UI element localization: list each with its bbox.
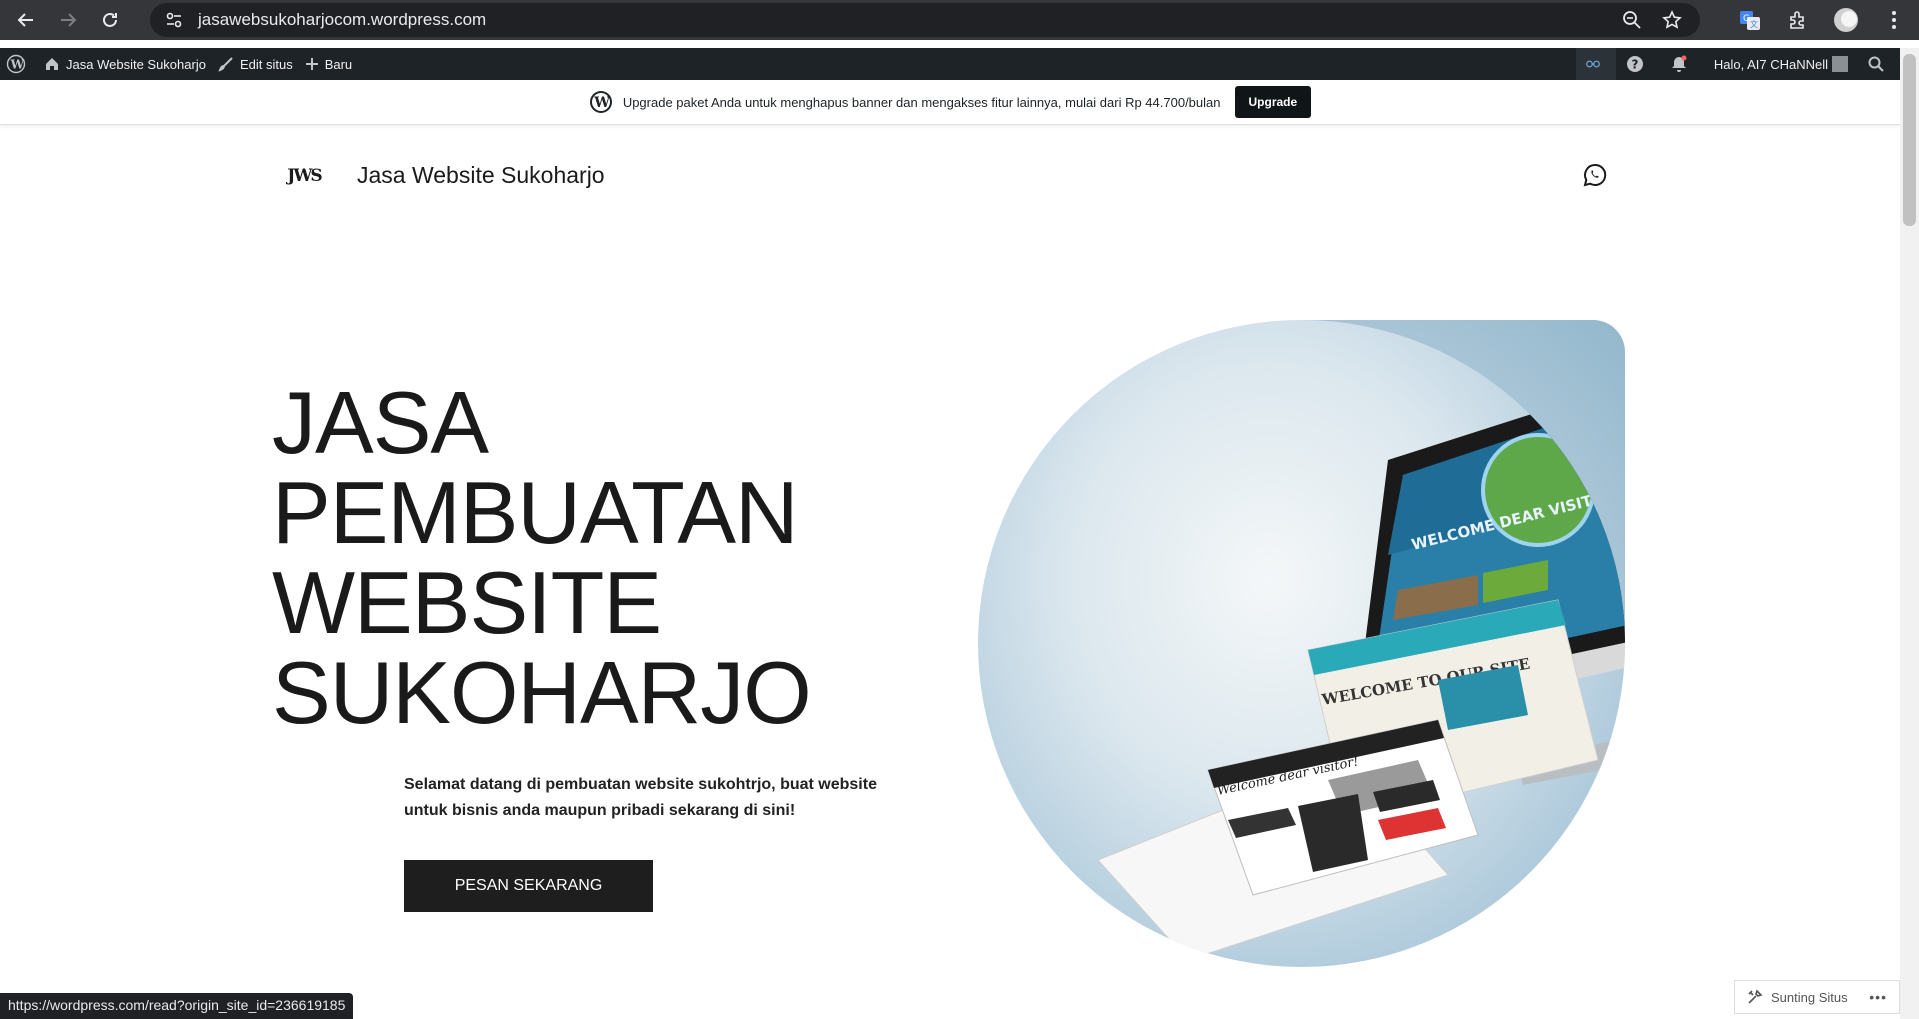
scrollbar-thumb[interactable] xyxy=(1903,54,1916,226)
forward-arrow-icon xyxy=(61,13,77,27)
user-avatar-icon xyxy=(1832,56,1848,72)
svg-text:G: G xyxy=(1743,14,1750,24)
wordpress-logo-icon: W xyxy=(589,91,612,113)
adminbar-account[interactable]: Halo, AI7 CHaNNell xyxy=(1704,48,1858,80)
adminbar-greeting: Halo, AI7 CHaNNell xyxy=(1713,56,1828,72)
hero-title-line: PEMBUATAN xyxy=(272,463,799,562)
more-options-icon[interactable]: ••• xyxy=(1869,989,1887,1005)
hero-title-line: WEBSITE xyxy=(272,553,662,652)
site-title[interactable]: Jasa Website Sukoharjo xyxy=(357,162,605,189)
wordpress-logo-icon[interactable]: W xyxy=(0,48,38,80)
forward-button[interactable] xyxy=(52,4,84,36)
notifications-bell-icon[interactable] xyxy=(1660,48,1704,80)
extensions-icon[interactable] xyxy=(1783,5,1813,35)
site-info-icon[interactable] xyxy=(160,6,188,34)
edit-site-widget[interactable]: Sunting Situs ••• xyxy=(1734,980,1900,1014)
back-button[interactable] xyxy=(10,4,42,36)
upgrade-button[interactable]: Upgrade xyxy=(1234,86,1312,118)
upgrade-banner: W Upgrade paket Anda untuk menghapus ban… xyxy=(0,80,1900,125)
profile-avatar-icon[interactable] xyxy=(1831,5,1861,35)
adminbar-edit-site[interactable]: Edit situs xyxy=(212,48,299,80)
adminbar-edit-label: Edit situs xyxy=(239,56,293,72)
edit-site-label: Sunting Situs xyxy=(1771,989,1848,1005)
translate-icon[interactable]: G文 xyxy=(1735,5,1765,35)
svg-text:W: W xyxy=(10,58,25,72)
upgrade-banner-text: Upgrade paket Anda untuk menghapus banne… xyxy=(622,94,1221,110)
reload-button[interactable] xyxy=(94,4,126,36)
website-mockup-illustration: WELCOME DEAR VISITOR WELCOME TO OUR SITE… xyxy=(1097,384,1625,961)
svg-text:文: 文 xyxy=(1750,19,1758,29)
status-bar-url: https://wordpress.com/read?origin_site_i… xyxy=(0,993,354,1019)
brush-icon xyxy=(218,57,233,72)
hero-image: WELCOME DEAR VISITOR WELCOME TO OUR SITE… xyxy=(978,320,1625,967)
help-icon[interactable]: ? xyxy=(1616,48,1660,80)
site-logo[interactable]: JWS xyxy=(280,158,328,194)
hero-title: JASA PEMBUATAN WEBSITE SUKOHARJO xyxy=(272,373,812,742)
svg-text:?: ? xyxy=(1631,58,1638,72)
address-bar[interactable]: jasawebsukoharjocom.wordpress.com xyxy=(150,3,1700,37)
wp-admin-bar: W Jasa Website Sukoharjo Edit situs Baru… xyxy=(0,48,1900,80)
adminbar-new[interactable]: Baru xyxy=(299,48,358,80)
adminbar-site-link[interactable]: Jasa Website Sukoharjo xyxy=(38,48,212,80)
svg-text:W: W xyxy=(593,95,610,111)
tools-icon xyxy=(1748,989,1763,1004)
hero-title-line: SUKOHARJO xyxy=(272,643,812,742)
url-text[interactable]: jasawebsukoharjocom.wordpress.com xyxy=(198,10,486,30)
adminbar-site-name: Jasa Website Sukoharjo xyxy=(66,56,206,72)
plus-icon xyxy=(305,58,318,70)
adminbar-new-label: Baru xyxy=(324,56,353,72)
reader-icon[interactable] xyxy=(1575,48,1616,80)
site-header: JWS Jasa Website Sukoharjo xyxy=(280,158,1607,194)
hero-title-line: JASA xyxy=(272,373,489,472)
bookmark-star-icon[interactable] xyxy=(1658,6,1686,34)
menu-kebab-icon[interactable] xyxy=(1879,5,1909,35)
back-arrow-icon xyxy=(17,13,33,27)
zoom-icon[interactable] xyxy=(1618,6,1646,34)
page-scrollbar[interactable] xyxy=(1900,48,1919,1019)
whatsapp-icon[interactable] xyxy=(1580,160,1610,190)
hero-description: Selamat datang di pembuatan website suko… xyxy=(404,776,877,819)
browser-toolbar: jasawebsukoharjocom.wordpress.com G文 xyxy=(0,0,1919,40)
adminbar-search-icon[interactable] xyxy=(1858,48,1900,80)
reload-icon xyxy=(103,12,117,27)
home-icon xyxy=(46,58,58,70)
order-now-button[interactable]: PESAN SEKARANG xyxy=(404,860,653,912)
